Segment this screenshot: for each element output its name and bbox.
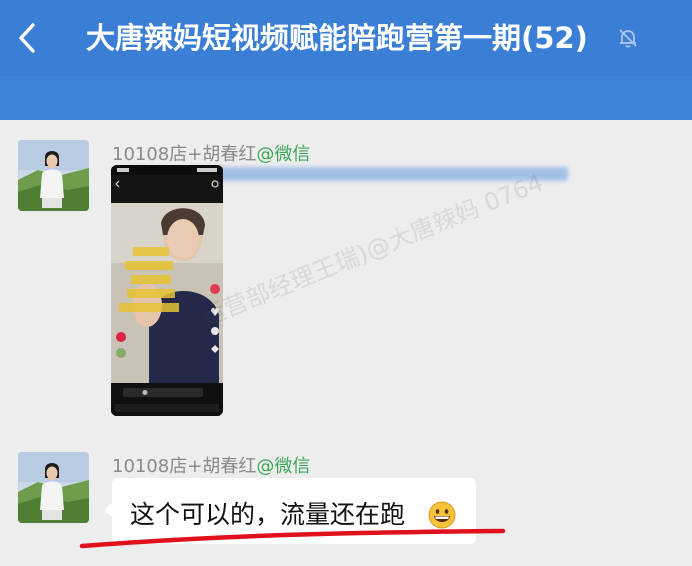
red-underline-annotation	[79, 528, 506, 549]
